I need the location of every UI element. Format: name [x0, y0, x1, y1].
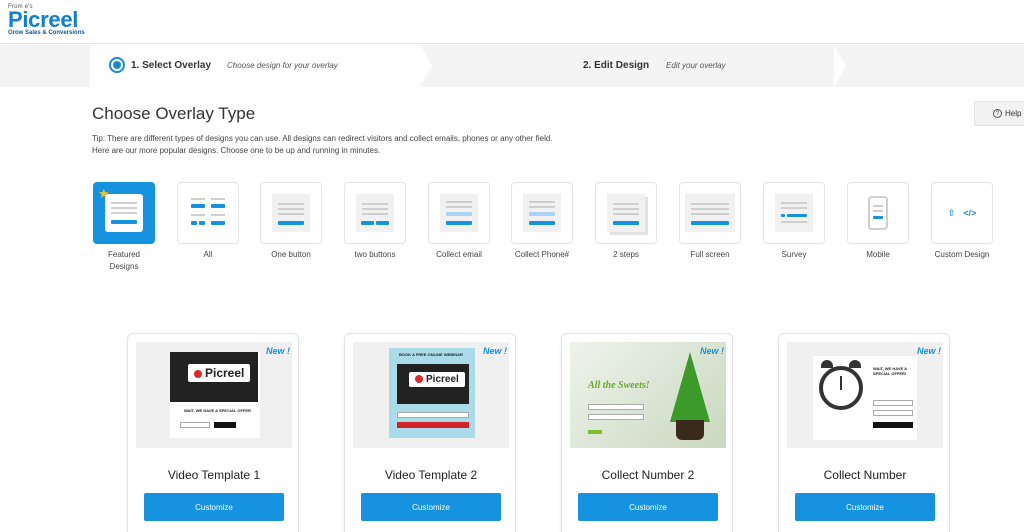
template-preview-image: All the Sweets! — [570, 342, 726, 448]
survey-icon — [775, 194, 813, 232]
template-preview-image: BOOK A FREE ONLINE WEBINAR Picreel — [353, 342, 509, 448]
overlay-type-label: One button — [271, 250, 311, 259]
overlay-type-all[interactable]: All — [177, 182, 239, 261]
overlay-type-full-screen[interactable]: Full screen — [679, 182, 741, 261]
overlay-type-label: two buttons — [354, 250, 396, 259]
customize-button[interactable]: Customize — [578, 493, 718, 521]
customize-button[interactable]: Customize — [361, 493, 501, 521]
help-icon: ? — [993, 109, 1002, 118]
template-card-collect-number[interactable]: WAIT, WE HAVE A SPECIAL OFFER! New ! Col… — [778, 333, 950, 532]
overlay-type-label: Collect email — [436, 250, 482, 259]
preview-logo: Picreel — [409, 372, 465, 387]
two-steps-tile[interactable] — [595, 182, 657, 244]
two-buttons-tile[interactable] — [344, 182, 406, 244]
logo-brand: Picreel — [8, 7, 79, 32]
template-name: Video Template 1 — [167, 468, 261, 482]
collect-phone-tile[interactable] — [511, 182, 573, 244]
custom-design-tile[interactable]: ⇧ </> — [931, 182, 993, 244]
step-1-title[interactable]: 1. Select Overlay — [131, 60, 211, 71]
overlay-type-one-button[interactable]: One button — [260, 182, 322, 261]
overlay-type-collect-phone[interactable]: Collect Phone# — [511, 182, 573, 261]
featured-icon — [105, 194, 143, 232]
survey-tile[interactable] — [763, 182, 825, 244]
mobile-tile[interactable] — [847, 182, 909, 244]
step-arrow — [420, 45, 432, 87]
star-icon: ★ — [98, 186, 110, 201]
help-label: Help — [1005, 109, 1022, 118]
tip-text: Tip: There are different types of design… — [92, 133, 692, 157]
overlay-type-label: 2 steps — [613, 250, 639, 259]
collect-email-tile[interactable] — [428, 182, 490, 244]
overlay-type-mobile[interactable]: Mobile — [847, 182, 909, 261]
two-steps-icon — [607, 194, 645, 232]
app-logo[interactable]: From e's Picreel Grow Sales & Conversion… — [8, 4, 85, 36]
overlay-type-label: Custom Design — [934, 250, 990, 259]
overlay-type-label: All — [203, 250, 213, 259]
overlay-type-featured[interactable]: ★ Featured Designs — [93, 182, 155, 273]
overlay-type-two-buttons[interactable]: two buttons — [344, 182, 406, 261]
overlay-type-label: Mobile — [866, 250, 890, 259]
overlay-type-label: Full screen — [690, 250, 730, 259]
upload-icon: ⇧ — [947, 207, 956, 218]
new-badge: New ! — [482, 346, 507, 356]
overlay-type-label: Featured Designs — [107, 250, 141, 271]
template-card-collect-number-2[interactable]: All the Sweets! New ! Collect Number 2 C… — [561, 333, 733, 532]
template-preview-image: Picreel WAIT, WE HAVE A SPECIAL OFFER — [136, 342, 292, 448]
collect-email-icon — [440, 194, 478, 232]
step-2-title[interactable]: 2. Edit Design — [583, 60, 649, 71]
preview-headline: WAIT, WE HAVE A SPECIAL OFFER! — [873, 366, 907, 376]
new-badge: New ! — [916, 346, 941, 356]
logo-tagline: Grow Sales & Conversions — [8, 30, 85, 36]
template-name: Collect Number — [823, 468, 907, 482]
new-badge: New ! — [265, 346, 290, 356]
step-arrow — [834, 45, 846, 87]
new-badge: New ! — [699, 346, 724, 356]
preview-headline: WAIT, WE HAVE A SPECIAL OFFER — [184, 408, 251, 413]
all-tile[interactable] — [177, 182, 239, 244]
full-screen-tile[interactable] — [679, 182, 741, 244]
collect-phone-icon — [523, 194, 561, 232]
customize-button[interactable]: Customize — [795, 493, 935, 521]
overlay-type-label: Survey — [781, 250, 807, 259]
template-card-video-2[interactable]: BOOK A FREE ONLINE WEBINAR Picreel New !… — [344, 333, 516, 532]
help-button[interactable]: ? Help — [974, 101, 1024, 126]
template-preview-image: WAIT, WE HAVE A SPECIAL OFFER! — [787, 342, 943, 448]
all-designs-icon — [189, 194, 227, 232]
customize-button[interactable]: Customize — [144, 493, 284, 521]
template-name: Video Template 2 — [384, 468, 478, 482]
top-header: From e's Picreel Grow Sales & Conversion… — [0, 0, 1024, 44]
overlay-type-survey[interactable]: Survey — [763, 182, 825, 261]
template-name: Collect Number 2 — [601, 468, 695, 482]
featured-tile[interactable]: ★ — [93, 182, 155, 244]
full-screen-icon — [685, 194, 735, 232]
overlay-type-custom-design[interactable]: ⇧ </> Custom Design — [931, 182, 993, 261]
preview-logo: Picreel — [188, 364, 251, 382]
page-title: Choose Overlay Type — [92, 104, 256, 123]
step-active-radio-icon — [109, 57, 125, 73]
preview-headline: BOOK A FREE ONLINE WEBINAR — [399, 352, 463, 357]
step-2-subtitle: Edit your overlay — [666, 61, 726, 70]
tip-line-2: Here are our more popular designs. Choos… — [92, 146, 381, 155]
one-button-tile[interactable] — [260, 182, 322, 244]
code-icon: </> — [963, 207, 977, 218]
one-button-icon — [272, 194, 310, 232]
template-card-video-1[interactable]: Picreel WAIT, WE HAVE A SPECIAL OFFER Ne… — [127, 333, 299, 532]
overlay-type-label: Collect Phone# — [514, 250, 570, 259]
two-buttons-icon — [356, 194, 394, 232]
custom-design-icon: ⇧ </> — [948, 208, 977, 219]
mobile-icon — [868, 196, 888, 230]
preview-headline: All the Sweets! — [588, 380, 650, 391]
overlay-type-collect-email[interactable]: Collect email — [428, 182, 490, 261]
step-1-subtitle: Choose design for your overlay — [227, 61, 338, 70]
tip-line-1: Tip: There are different types of design… — [92, 134, 553, 143]
overlay-type-2-steps[interactable]: 2 steps — [595, 182, 657, 261]
